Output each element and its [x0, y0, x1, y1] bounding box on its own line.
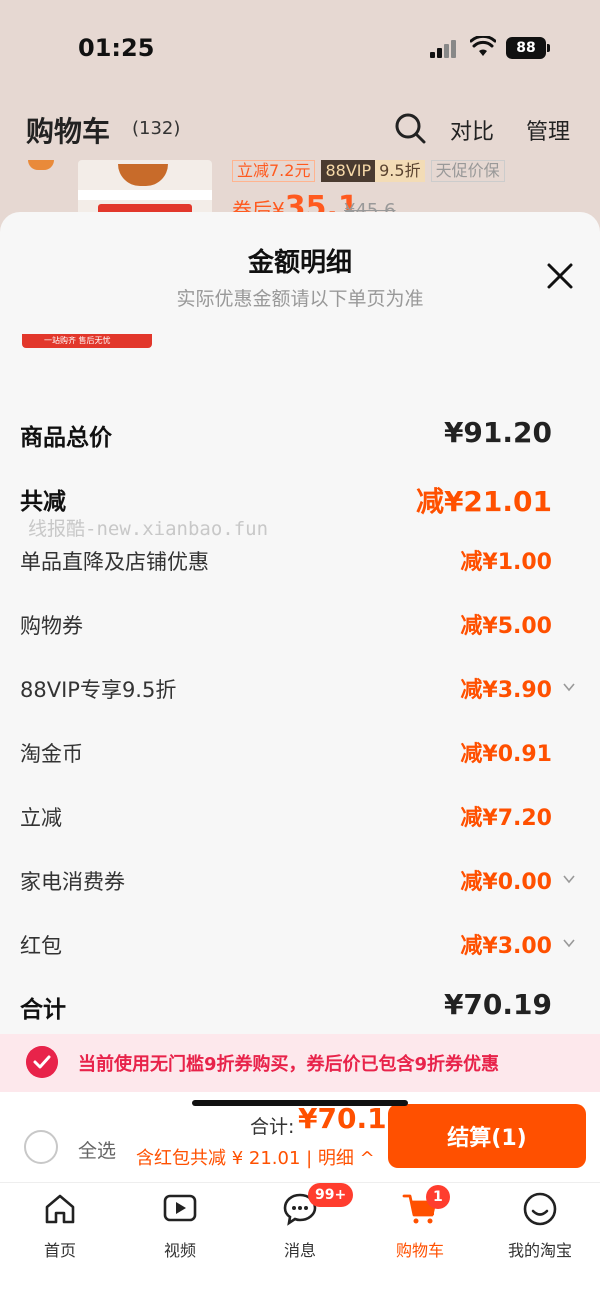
row-label: 购物券 [20, 614, 83, 638]
row-vip-discount[interactable]: 88VIP专享9.5折 减¥3.90 [0, 670, 600, 710]
row-total-discount: 共减 减¥21.01 [0, 478, 600, 518]
row-value: ¥70.19 [443, 988, 552, 1021]
row-item-discount: 单品直降及店铺优惠 减¥1.00 [0, 542, 600, 582]
search-icon[interactable] [394, 112, 426, 144]
message-badge: 99+ [308, 1183, 354, 1207]
row-label: 家电消费券 [20, 870, 125, 894]
row-value: 减¥1.00 [460, 550, 552, 575]
discount-detail-link[interactable]: 含红包共减 ¥ 21.01 | 明细 ^ [136, 1144, 375, 1170]
row-label: 立减 [20, 806, 62, 830]
product-thumbnail [78, 160, 212, 220]
promo-tag: 立减7.2元 [232, 160, 316, 182]
status-bar: 01:25 88 [0, 0, 600, 96]
cart-badge: 1 [426, 1185, 450, 1209]
status-time: 01:25 [78, 34, 155, 62]
signal-icon [430, 40, 460, 58]
tab-messages[interactable]: 99+ 消息 [240, 1183, 360, 1261]
row-value: 减¥21.01 [415, 485, 552, 518]
row-label: 共减 [20, 489, 66, 515]
select-all-label[interactable]: 全选 [78, 1136, 116, 1163]
row-label: 88VIP专享9.5折 [20, 678, 177, 702]
row-taojinbi: 淘金币 减¥0.91 [0, 734, 600, 774]
home-icon [45, 1194, 75, 1224]
tab-label: 消息 [283, 1241, 316, 1260]
chevron-down-icon[interactable] [562, 936, 576, 950]
select-all-radio[interactable] [24, 1130, 58, 1164]
tab-label: 我的淘宝 [507, 1241, 572, 1260]
tab-label: 首页 [43, 1241, 76, 1260]
row-label: 淘金币 [20, 742, 83, 766]
row-value: 减¥3.90 [460, 678, 552, 703]
video-icon [163, 1194, 197, 1222]
row-value: 减¥0.91 [460, 742, 552, 767]
tab-profile[interactable]: 我的淘宝 [480, 1191, 600, 1261]
row-value: 减¥5.00 [460, 614, 552, 639]
tab-home[interactable]: 首页 [0, 1191, 120, 1261]
tab-label: 购物车 [395, 1241, 444, 1260]
product-thumb-strip: 一站购齐 售后无忧 [22, 334, 152, 348]
sheet-subtitle: 实际优惠金额请以下单页为准 [176, 288, 424, 310]
row-instant-discount: 立减 减¥7.20 [0, 798, 600, 838]
row-value: ¥91.20 [443, 416, 552, 449]
tab-bar: 首页 视频 99+ 消息 1 购物车 我的淘宝 [0, 1182, 600, 1304]
watermark: 线报酷-new.xianbao.fun [28, 518, 269, 540]
battery-nub [547, 44, 550, 52]
wifi-icon [470, 36, 496, 56]
amount-detail-sheet: 金额明细 实际优惠金额请以下单页为准 一站购齐 售后无忧 商品总价 ¥91.20… [0, 212, 600, 1304]
battery-icon: 88 [506, 37, 546, 59]
row-label: 合计 [20, 997, 66, 1023]
chevron-down-icon[interactable] [562, 680, 576, 694]
row-label: 单品直降及店铺优惠 [20, 550, 209, 574]
row-subtotal: 商品总价 ¥91.20 [0, 414, 600, 454]
sheet-title: 金额明细 [247, 248, 352, 278]
profile-icon [523, 1192, 557, 1226]
coupon-notice: 当前使用无门槛9折券购买，券后价已包含9折券优惠 [0, 1034, 600, 1092]
check-icon [26, 1046, 58, 1078]
cart-count: (132) [132, 118, 181, 139]
compare-button[interactable]: 对比 [450, 114, 494, 146]
row-red-packet[interactable]: 红包 减¥3.00 [0, 926, 600, 966]
vip-tag: 88VIP [321, 160, 376, 182]
checkout-button[interactable]: 结算(1) [388, 1104, 586, 1168]
cart-title: 购物车 [26, 115, 111, 148]
total-label: 合计: [250, 1116, 295, 1138]
row-label: 商品总价 [20, 425, 112, 451]
close-icon[interactable] [544, 260, 576, 292]
notice-text: 当前使用无门槛9折券购买，券后价已包含9折券优惠 [78, 1054, 500, 1075]
item-checkbox-peek [28, 160, 54, 170]
row-value: 减¥7.20 [460, 806, 552, 831]
cart-item-peek: 立减7.2元 88VIP 9.5折 天促价保 券后¥35.1 ¥45.6 [0, 160, 600, 220]
manage-button[interactable]: 管理 [526, 114, 570, 146]
row-appliance-coupon[interactable]: 家电消费券 减¥0.00 [0, 862, 600, 902]
row-value: 减¥3.00 [460, 934, 552, 959]
chevron-down-icon[interactable] [562, 872, 576, 886]
promo-tags: 立减7.2元 88VIP 9.5折 天促价保 [232, 160, 505, 182]
row-label: 红包 [20, 934, 62, 958]
home-indicator [192, 1100, 408, 1106]
tab-cart[interactable]: 1 购物车 [360, 1185, 480, 1261]
cart-header: 购物车 (132) 对比 管理 [0, 100, 600, 160]
row-shopping-coupon: 购物券 减¥5.00 [0, 606, 600, 646]
vip-discount-tag: 9.5折 [375, 160, 425, 182]
tab-video[interactable]: 视频 [120, 1191, 240, 1261]
row-value: 减¥0.00 [460, 870, 552, 895]
row-total: 合计 ¥70.19 [0, 986, 600, 1026]
tab-label: 视频 [163, 1241, 196, 1260]
price-protect-tag: 天促价保 [430, 160, 505, 182]
